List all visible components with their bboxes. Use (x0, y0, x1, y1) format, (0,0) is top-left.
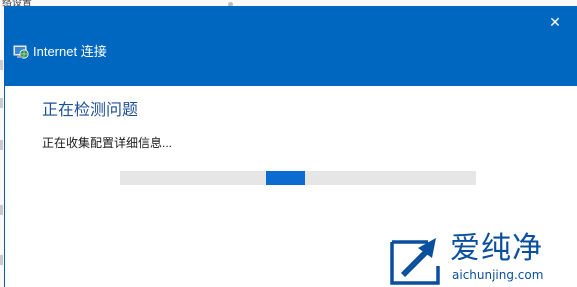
aichunjing-logo-icon (390, 238, 440, 285)
watermark-brand: 爱纯净 (450, 231, 543, 266)
network-globe-icon (13, 45, 29, 59)
dialog-heading: 正在检测问题 (42, 102, 139, 119)
progress-indicator (266, 171, 305, 185)
background-strip (0, 205, 3, 215)
watermark-url: aichunjing.com (452, 268, 544, 282)
background-strip (0, 98, 3, 108)
close-icon: ✕ (549, 14, 561, 30)
background-strip (0, 140, 3, 150)
progress-bar (120, 171, 476, 185)
dialog-title: Internet 连接 (33, 44, 107, 59)
background-strip (0, 60, 3, 70)
background-strip (0, 255, 3, 265)
watermark: 爱纯净 aichunjing.com (388, 231, 577, 287)
status-text: 正在收集配置详细信息... (42, 136, 173, 150)
dialog-titlebar: ✕ Internet 连接 (5, 6, 577, 86)
close-button[interactable]: ✕ (545, 12, 565, 32)
